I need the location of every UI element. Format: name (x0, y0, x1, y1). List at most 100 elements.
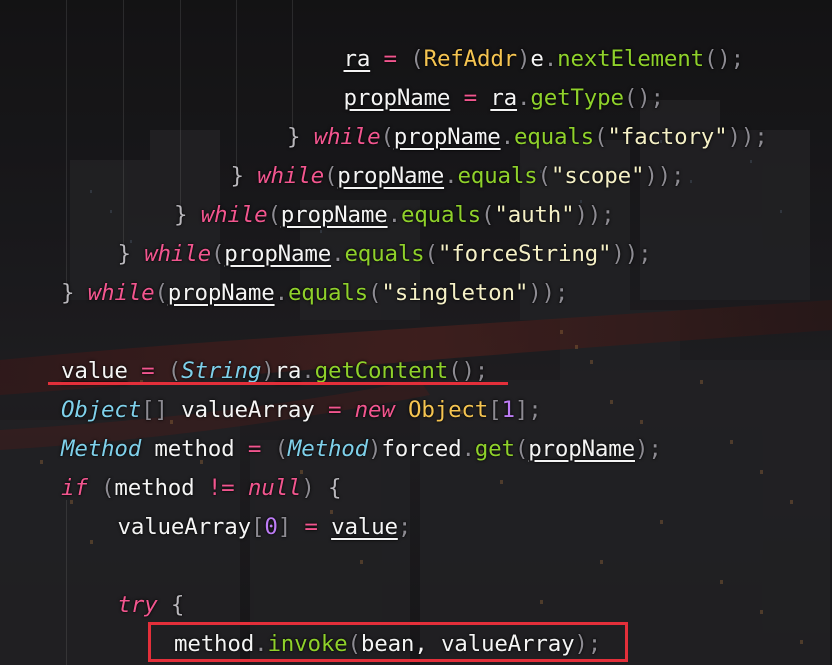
code-token: ( (167, 358, 182, 384)
code-token: ( (380, 124, 394, 150)
code-token: "forceString" (437, 241, 612, 267)
code-token: Object (61, 397, 142, 423)
code-token: } (230, 163, 258, 189)
code-token: propName (528, 436, 635, 462)
code-token: } (174, 202, 201, 228)
code-token: ( (368, 280, 382, 306)
code-token: propName (337, 163, 445, 189)
code-token: nextElement (557, 46, 704, 72)
code-token: "scope" (550, 163, 645, 189)
code-token: value (61, 358, 128, 384)
code-token: [ (488, 397, 502, 423)
code-token: propName (393, 124, 501, 150)
code-token: ra (343, 46, 371, 72)
code-token: getType (530, 85, 624, 111)
code-token: . (331, 241, 345, 267)
code-token: . (301, 358, 315, 384)
code-line[interactable]: valueArray[0] = value; (118, 508, 412, 547)
code-token: } (61, 280, 88, 306)
code-token: (); (448, 358, 489, 384)
code-token: )); (727, 124, 768, 150)
code-token: ( (410, 46, 424, 72)
code-token: = (314, 397, 355, 423)
code-line[interactable]: } while(propName.equals("factory")); (287, 118, 768, 157)
code-token: ) (517, 46, 531, 72)
code-line[interactable]: } while(propName.equals("auth")); (174, 196, 615, 235)
code-token: new (354, 397, 395, 423)
code-token: ]; (514, 397, 542, 423)
code-token: Object (408, 397, 489, 423)
code-token: ( (267, 202, 281, 228)
code-line[interactable]: ra = (RefAddr)e.nextElement(); (343, 40, 745, 79)
code-token: = (234, 436, 275, 462)
code-token: Method (287, 436, 368, 462)
code-token: while (200, 202, 268, 228)
code-line[interactable]: } while(propName.equals("scope")); (231, 157, 685, 196)
code-token: . (274, 280, 289, 306)
code-token: . (461, 436, 475, 462)
code-token: } (287, 124, 314, 150)
code-token: RefAddr (423, 46, 518, 72)
code-token: "auth" (494, 202, 575, 228)
code-token: { (327, 475, 342, 501)
code-token: equals (513, 124, 595, 150)
code-token: if (61, 475, 88, 501)
code-line[interactable]: value = (String)ra.getContent(); (61, 352, 488, 391)
code-token: . (517, 85, 531, 111)
code-token: ( (154, 280, 168, 306)
code-token: e (530, 46, 544, 72)
code-line[interactable]: } while(propName.equals("forceString")); (118, 235, 652, 274)
code-token: = (291, 514, 332, 540)
code-token: while (87, 280, 155, 306)
code-token: . (387, 202, 402, 228)
code-token: getContent (314, 358, 449, 384)
code-editor[interactable]: ra = (RefAddr)e.nextElement(); propName =… (0, 0, 832, 665)
code-token: . (500, 124, 515, 150)
code-token: valueArray (117, 514, 252, 540)
code-token: != (194, 475, 248, 501)
code-token: "singleton" (381, 280, 529, 306)
code-token: method (114, 475, 195, 501)
code-token: [ (250, 514, 265, 540)
code-token: ) (301, 475, 328, 501)
code-token: valueArray (167, 397, 315, 423)
code-token: ] (277, 514, 292, 540)
code-token: propName (343, 85, 451, 111)
code-token: ra (490, 85, 518, 111)
code-token: while (313, 124, 381, 150)
code-token: ( (514, 436, 529, 462)
highlight-underline (48, 382, 508, 385)
code-line[interactable]: } while(propName.equals("singleton")); (61, 274, 568, 313)
code-token: ) (261, 358, 275, 384)
code-token: null (247, 475, 302, 501)
code-token: (); (703, 46, 744, 72)
code-token: ); (634, 436, 662, 462)
code-line[interactable]: Object[] valueArray = new Object[1]; (61, 391, 542, 430)
code-token: )); (644, 163, 685, 189)
code-line[interactable]: Method method = (Method)forced.get(propN… (61, 430, 662, 469)
code-token: while (144, 241, 211, 267)
code-token: ( (594, 124, 608, 150)
code-token: . (543, 46, 558, 72)
code-token: 1 (501, 397, 515, 423)
code-line[interactable]: try { (118, 586, 185, 625)
code-token: 0 (264, 514, 278, 540)
code-token: ( (424, 241, 439, 267)
code-token: ( (274, 436, 289, 462)
code-token: ( (87, 475, 115, 501)
code-token: "factory" (607, 124, 728, 150)
code-token: ; (397, 514, 412, 540)
code-token: forced (381, 436, 462, 462)
code-token: . (444, 163, 458, 189)
code-token: ( (481, 202, 495, 228)
code-line[interactable]: propName = ra.getType(); (343, 79, 665, 118)
code-token: try (117, 592, 158, 618)
code-token: { (157, 592, 185, 618)
code-line[interactable]: if (method != null) { (61, 469, 342, 508)
code-token: equals (457, 163, 538, 189)
code-token: propName (167, 280, 275, 306)
code-token: } (117, 241, 145, 267)
code-token: ( (210, 241, 225, 267)
code-token: )); (574, 202, 615, 228)
